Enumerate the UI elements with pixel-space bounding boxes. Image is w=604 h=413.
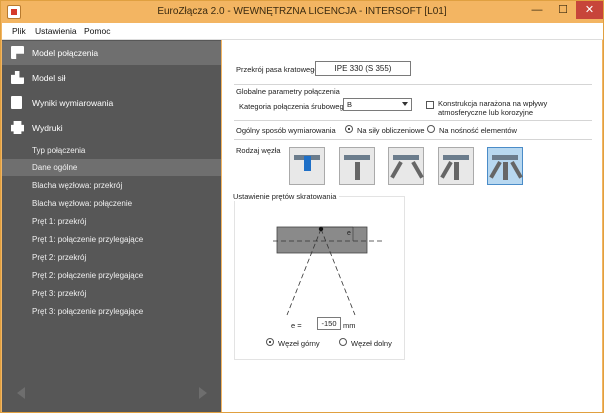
maximize-button[interactable]: ☐ [550, 1, 576, 19]
column-shape [304, 156, 311, 171]
node-top-label: Węzeł górny [278, 339, 320, 348]
sidebar-item-wydruki[interactable]: Wydruki [2, 116, 221, 140]
bracing-panel: Ustawienie prętów skratowania e e = -150… [233, 192, 405, 360]
method-forces-radio[interactable] [345, 125, 353, 133]
corrosion-label: Konstrukcja narażona na wpływy atmosfery… [438, 99, 548, 117]
sidebar: Model połączenia Model sił Wyniki wymiar… [2, 40, 221, 412]
sidebar-item-model-polaczenia[interactable]: Model połączenia [2, 41, 221, 65]
sidebar-subitem-pret1-polaczenie[interactable]: Pręt 1: połączenie przylegające [2, 231, 221, 248]
divider [234, 139, 592, 140]
sidebar-subitem-pret2-przekroj[interactable]: Pręt 2: przekrój [2, 249, 221, 266]
method-forces-label: Na siły obliczeniowe [357, 126, 425, 135]
beam-shape [492, 155, 518, 160]
corrosion-checkbox[interactable] [426, 101, 434, 109]
sidebar-subitem-typ-polaczenia[interactable]: Typ połączenia [2, 142, 221, 159]
bolt-category-select[interactable]: B [343, 98, 412, 111]
sidebar-subitem-label: Pręt 3: przekrój [32, 289, 87, 298]
close-button[interactable]: ✕ [576, 1, 603, 19]
results-icon [11, 96, 22, 109]
dim-label: e [347, 230, 351, 237]
diagonal-right-shape [411, 161, 424, 179]
stem-shape [454, 162, 459, 180]
node-bottom-radio[interactable] [339, 338, 347, 346]
method-capacity-radio[interactable] [427, 125, 435, 133]
sidebar-item-label: Wydruki [32, 123, 63, 133]
sidebar-item-label: Wyniki wymiarowania [32, 98, 114, 108]
title-bar: EuroZłącza 2.0 - WEWNĘTRZNA LICENCJA - I… [1, 1, 603, 23]
next-arrow-icon[interactable] [199, 387, 207, 399]
node-point [318, 226, 324, 232]
beam-icon [11, 71, 24, 84]
menu-pomoc[interactable]: Pomoc [84, 26, 110, 36]
e-label: e = [291, 321, 302, 330]
stem-shape [355, 162, 360, 180]
sidebar-subitem-blacha-polaczenie[interactable]: Blacha węzłowa: połączenie [2, 195, 221, 212]
sidebar-subitem-label: Pręt 2: przekrój [32, 253, 87, 262]
node-top-radio[interactable] [266, 338, 274, 346]
chevron-down-icon [402, 102, 408, 106]
sidebar-item-label: Model połączenia [32, 48, 99, 58]
method-capacity-label: Na nośność elementów [439, 126, 517, 135]
sidebar-subitem-label: Dane ogólne [32, 163, 78, 172]
diagonal-right-shape [510, 161, 523, 179]
sidebar-item-label: Model sił [32, 73, 66, 83]
section-field[interactable]: IPE 330 (S 355) [315, 61, 411, 76]
bracing-title: Ustawienie prętów skratowania [233, 192, 340, 201]
sidebar-subitem-pret1-przekroj[interactable]: Pręt 1: przekrój [2, 213, 221, 230]
diagonal-left-shape [390, 161, 403, 179]
sidebar-subitem-label: Blacha węzłowa: przekrój [32, 181, 123, 190]
diagonal-left-shape [440, 161, 453, 179]
bolt-category-value: B [347, 100, 353, 109]
flag-icon [11, 46, 24, 59]
sidebar-subitem-label: Pręt 1: przekrój [32, 217, 87, 226]
menu-plik[interactable]: Plik [12, 26, 26, 36]
menu-bar: Plik Ustawienia Pomoc [2, 23, 603, 40]
main-panel: Przekrój pasa kratowego: IPE 330 (S 355)… [222, 40, 602, 412]
bolt-category-label: Kategoria połączenia śrubowego [239, 102, 348, 111]
node-bottom-label: Węzeł dolny [351, 339, 392, 348]
node-type-2-button[interactable] [339, 147, 375, 185]
sidebar-subitem-pret3-polaczenie[interactable]: Pręt 3: połączenie przylegające [2, 303, 221, 320]
e-unit: mm [343, 321, 356, 330]
node-type-3-button[interactable] [388, 147, 424, 185]
sidebar-subitem-dane-ogolne[interactable]: Dane ogólne [2, 159, 221, 176]
design-method-label: Ogólny sposób wymiarowania [236, 126, 336, 135]
sidebar-subitem-blacha-przekroj[interactable]: Blacha węzłowa: przekrój [2, 177, 221, 194]
divider [234, 120, 592, 121]
e-input[interactable]: -150 [317, 317, 341, 330]
sidebar-subitem-pret2-polaczenie[interactable]: Pręt 2: połączenie przylegające [2, 267, 221, 284]
global-params-title: Globalne parametry połączenia [236, 87, 340, 96]
node-type-label: Rodzaj węzła [236, 146, 281, 155]
node-type-1-button[interactable] [289, 147, 325, 185]
stem-shape [503, 162, 508, 180]
sidebar-subitem-label: Pręt 2: połączenie przylegające [32, 271, 144, 280]
sidebar-subitem-pret3-przekroj[interactable]: Pręt 3: przekrój [2, 285, 221, 302]
printer-icon [11, 121, 24, 134]
divider [234, 84, 592, 85]
beam-shape [344, 155, 370, 160]
sidebar-subitem-label: Pręt 1: połączenie przylegające [32, 235, 144, 244]
window-title: EuroZłącza 2.0 - WEWNĘTRZNA LICENCJA - I… [157, 6, 447, 17]
bracing-diagram: e [273, 226, 385, 316]
sidebar-subitem-label: Blacha węzłowa: połączenie [32, 199, 133, 208]
minimize-button[interactable]: — [524, 1, 550, 19]
sidebar-subitem-label: Pręt 3: połączenie przylegające [32, 307, 144, 316]
beam-shape [393, 155, 419, 160]
prev-arrow-icon[interactable] [17, 387, 25, 399]
node-type-4-button[interactable] [438, 147, 474, 185]
section-label: Przekrój pasa kratowego: [236, 65, 321, 74]
menu-ustawienia[interactable]: Ustawienia [35, 26, 77, 36]
beam-shape [443, 155, 469, 160]
sidebar-subitem-label: Typ połączenia [32, 146, 86, 155]
node-type-5-button[interactable] [487, 147, 523, 185]
sidebar-item-model-sil[interactable]: Model sił [2, 66, 221, 90]
app-window: EuroZłącza 2.0 - WEWNĘTRZNA LICENCJA - I… [0, 0, 604, 413]
sidebar-item-wyniki[interactable]: Wyniki wymiarowania [2, 91, 221, 115]
diagonal-left-shape [489, 161, 502, 179]
